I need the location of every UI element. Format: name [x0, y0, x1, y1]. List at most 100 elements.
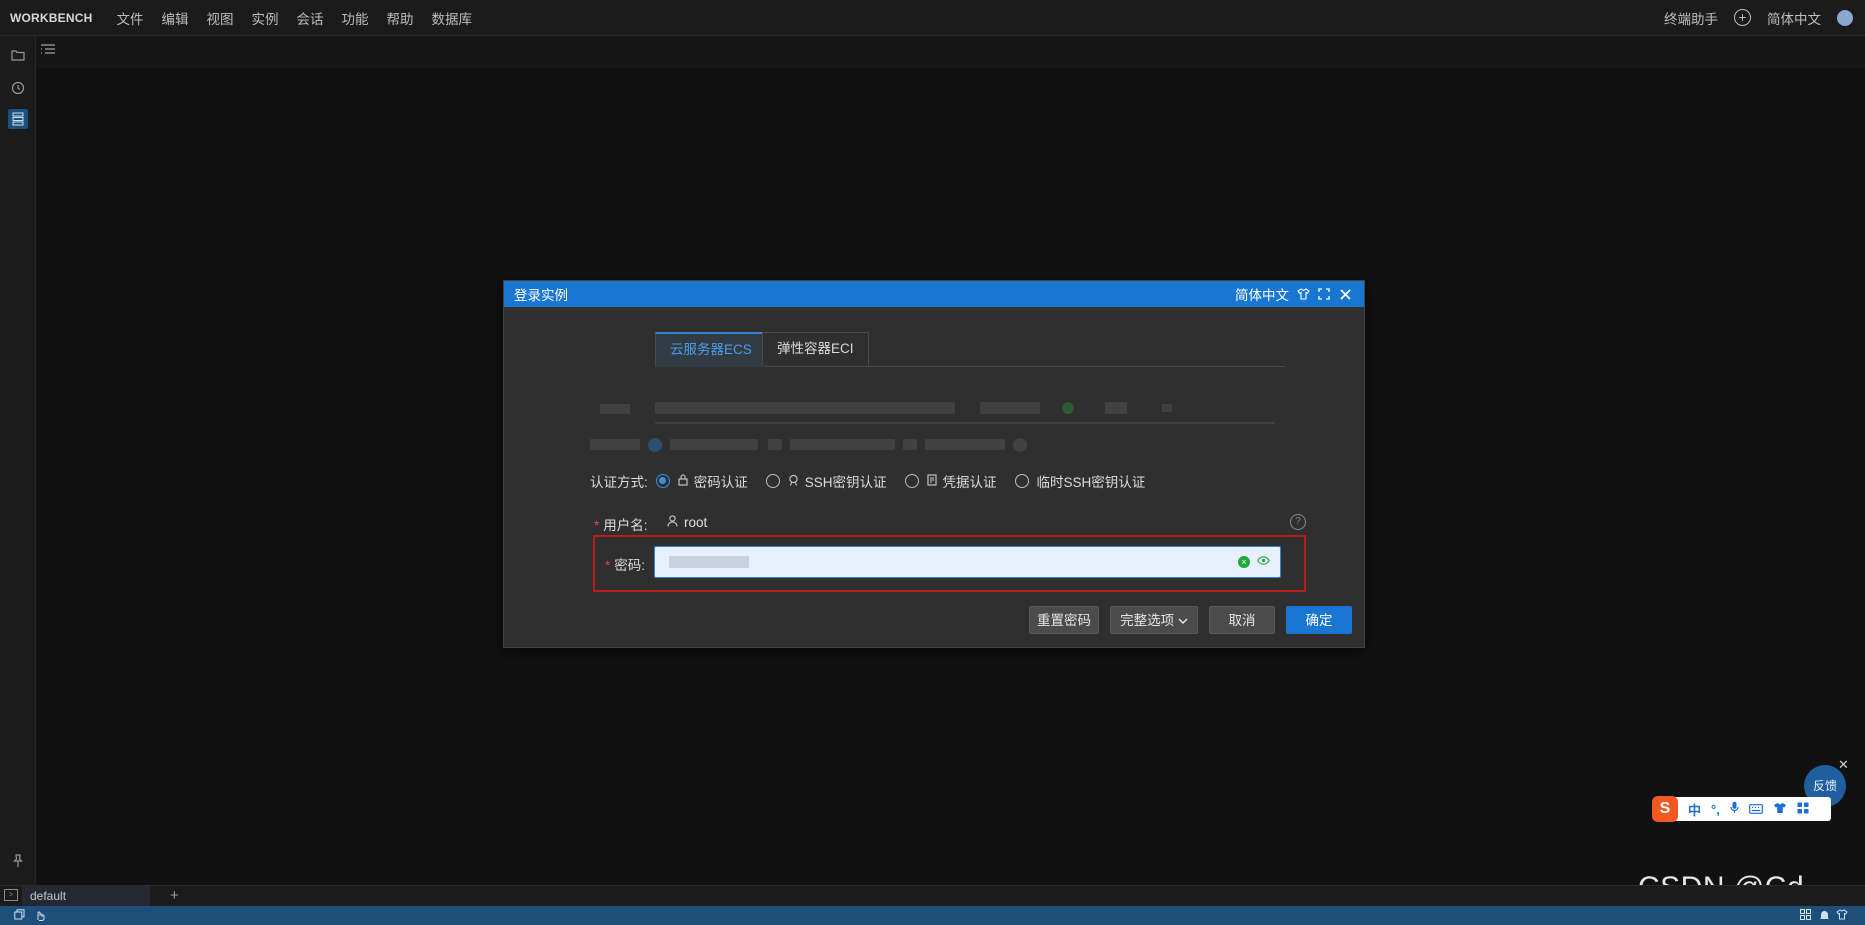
radio-unselected[interactable] [765, 474, 780, 488]
credential-icon [926, 473, 937, 489]
toolbox-grid-icon[interactable] [1797, 802, 1809, 817]
blurred-instance-select[interactable] [655, 402, 955, 414]
app-brand: WORKBENCH [10, 10, 93, 25]
auth-option-label: SSH密钥认证 [804, 475, 887, 490]
avatar[interactable] [1837, 9, 1853, 26]
auth-method-label: 认证方式: [590, 475, 648, 490]
help-icon[interactable]: ? [1290, 514, 1306, 530]
username-value: root [684, 515, 708, 530]
chevron-down-icon [1178, 613, 1188, 628]
menu-edit[interactable]: 编辑 [161, 8, 188, 28]
menu-help[interactable]: 帮助 [386, 8, 413, 28]
confirm-button[interactable]: 确定 [1286, 606, 1352, 634]
menu-view[interactable]: 视图 [206, 8, 233, 28]
clear-icon[interactable]: × [1238, 556, 1250, 568]
blurred-option [768, 439, 782, 450]
language-switch[interactable]: 简体中文 [1767, 8, 1821, 28]
shirt-status-icon[interactable] [1836, 909, 1848, 921]
radio-unselected[interactable] [904, 474, 919, 488]
username-label: * 用户名: [594, 514, 648, 534]
top-menubar: WORKBENCH 文件 编辑 视图 实例 会话 功能 帮助 数据库 终端助手 … [0, 0, 1865, 36]
key-badge-icon [788, 474, 799, 489]
folder-icon[interactable] [8, 45, 28, 65]
password-label-text: 密码: [614, 558, 646, 573]
instance-type-tabs: 云服务器ECS 弹性容器ECI [655, 332, 1285, 367]
terminal-tab-bar: > default + [0, 885, 1865, 906]
top-right-controls: 终端助手 + 简体中文 [1648, 0, 1853, 35]
password-input[interactable]: × [654, 546, 1281, 578]
shirt-icon[interactable] [1296, 287, 1310, 301]
required-mark: * [594, 518, 600, 533]
login-instance-dialog: 登录实例 简体中文 云服务器ECS 弹性容器ECI 认证方式: 密码认证 SSH… [503, 280, 1365, 648]
tab-ecs[interactable]: 云服务器ECS [655, 332, 767, 367]
blurred-label [590, 439, 640, 450]
add-tab-icon[interactable]: + [170, 886, 179, 906]
skin-shirt-icon[interactable] [1773, 802, 1787, 817]
blurred-status-icon [1062, 402, 1074, 414]
user-icon [667, 515, 678, 530]
blurred-radio[interactable] [648, 438, 662, 452]
blurred-value [1162, 404, 1172, 412]
tab-eci[interactable]: 弹性容器ECI [762, 332, 869, 365]
radio-selected[interactable] [655, 474, 670, 488]
auth-option-label: 临时SSH密钥认证 [1036, 475, 1146, 490]
copy-icon[interactable] [13, 909, 25, 921]
menu-file[interactable]: 文件 [116, 8, 143, 28]
auth-option-ssh-key[interactable]: SSH密钥认证 [765, 471, 887, 491]
close-icon[interactable] [1338, 287, 1352, 301]
ime-chinese-mode[interactable]: 中 [1688, 800, 1701, 819]
auth-option-password[interactable]: 密码认证 [655, 471, 748, 491]
fullscreen-icon[interactable] [1317, 287, 1331, 301]
menu-features[interactable]: 功能 [341, 8, 368, 28]
username-field[interactable]: root [667, 515, 707, 530]
blurred-underline [655, 422, 1275, 424]
blurred-option [925, 439, 1005, 450]
microphone-icon[interactable] [1730, 801, 1739, 817]
auth-option-label: 密码认证 [693, 475, 748, 490]
eye-icon[interactable] [1257, 554, 1270, 568]
menu-database[interactable]: 数据库 [431, 8, 472, 28]
auth-option-credential[interactable]: 凭据认证 [904, 471, 997, 491]
ime-punctuation-icon[interactable]: °, [1711, 802, 1720, 817]
terminal-assistant-button[interactable]: 终端助手 [1664, 8, 1718, 28]
blurred-value [980, 402, 1040, 414]
database-list-icon[interactable] [8, 109, 28, 129]
blurred-option [1013, 438, 1027, 452]
blurred-network-row [590, 436, 1040, 452]
auth-option-temp-ssh-key[interactable]: 临时SSH密钥认证 [1014, 471, 1146, 491]
pin-icon[interactable] [8, 851, 28, 871]
blurred-option [903, 439, 917, 450]
add-circle-icon[interactable]: + [1734, 9, 1751, 26]
left-activity-bar [0, 36, 36, 885]
sogou-logo-icon[interactable]: S [1652, 796, 1678, 822]
radio-unselected[interactable] [1014, 474, 1029, 488]
full-options-label: 完整选项 [1120, 613, 1175, 628]
dialog-title: 登录实例 [514, 288, 568, 303]
username-label-text: 用户名: [603, 518, 648, 533]
ime-toolbar: S 中 °, [1652, 796, 1831, 822]
lock-icon [678, 473, 688, 489]
feedback-close-icon[interactable]: ✕ [1838, 757, 1849, 773]
dialog-header-controls: 简体中文 [1228, 281, 1352, 307]
blurred-option [670, 439, 758, 450]
layout-grid-icon[interactable] [1799, 909, 1811, 921]
blurred-label [600, 404, 630, 414]
outline-list-icon[interactable] [40, 43, 60, 61]
reset-password-button[interactable]: 重置密码 [1029, 606, 1099, 634]
bell-icon[interactable] [1818, 909, 1830, 921]
dialog-language-switch[interactable]: 简体中文 [1235, 284, 1289, 304]
menu-session[interactable]: 会话 [296, 8, 323, 28]
terminal-icon[interactable]: > [4, 889, 18, 901]
cancel-button[interactable]: 取消 [1209, 606, 1275, 634]
keyboard-icon[interactable] [1748, 802, 1763, 817]
hand-icon[interactable] [34, 909, 46, 921]
main-menu: 文件 编辑 视图 实例 会话 功能 帮助 数据库 [116, 8, 490, 28]
blurred-option [790, 439, 895, 450]
auth-option-label: 凭据认证 [942, 475, 997, 490]
terminal-tab-default[interactable]: default [22, 886, 150, 906]
history-icon[interactable] [8, 78, 28, 98]
dialog-header: 登录实例 简体中文 [504, 281, 1364, 307]
full-options-button[interactable]: 完整选项 [1110, 606, 1198, 634]
menu-instance[interactable]: 实例 [251, 8, 278, 28]
blurred-instance-row [600, 400, 1290, 424]
